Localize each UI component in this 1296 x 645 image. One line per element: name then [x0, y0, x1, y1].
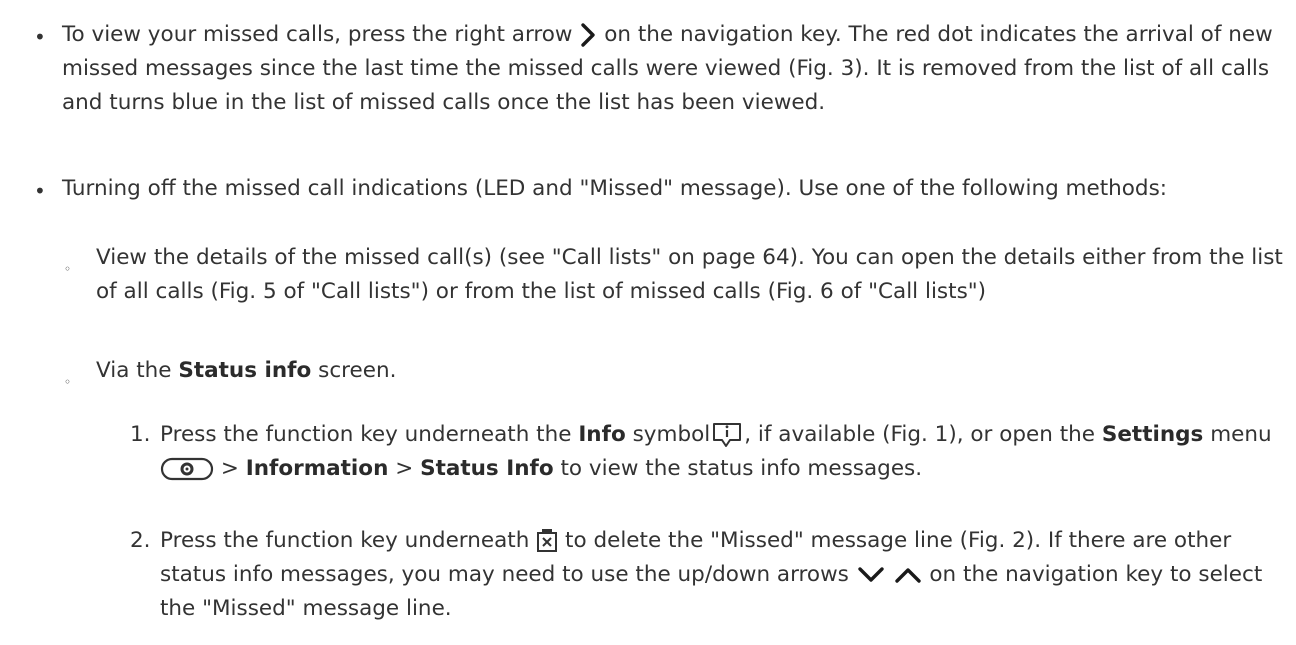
step-number: 1.: [130, 422, 151, 447]
step-text: Press the function key underneath the: [160, 422, 572, 447]
bullet-marker: •: [34, 179, 46, 203]
delete-icon: [536, 524, 558, 558]
down-arrow-icon: [856, 558, 886, 592]
step-text: , if available (Fig. 1), or open the: [744, 422, 1095, 447]
bullet-turn-off-indications: Turning off the missed call indications …: [62, 176, 1168, 201]
sub-bullet-marker: ◦: [64, 375, 72, 389]
step-text: menu: [1210, 422, 1272, 447]
sub-bullet-view-details: View the details of the missed call(s) (…: [96, 245, 1283, 304]
bullet-text-part1: To view your missed calls, press the rig…: [62, 22, 573, 47]
sub-bullet-prefix: Via the: [96, 358, 172, 383]
up-arrow-icon: [893, 558, 923, 592]
right-arrow-icon: [579, 18, 597, 52]
settings-label: Settings: [1101, 422, 1204, 447]
step-text: to view the status info messages.: [560, 456, 923, 481]
status-info-menu-label: Status Info: [420, 456, 554, 481]
sub-bullet-status-info: Via the Status info screen.: [96, 354, 1286, 388]
bullet-marker: •: [34, 25, 46, 49]
step-number: 2.: [130, 528, 151, 553]
status-info-label: Status info: [178, 358, 312, 383]
sub-bullet-suffix: screen.: [318, 358, 397, 383]
info-label: Info: [578, 422, 626, 447]
menu-separator: >: [220, 456, 239, 481]
menu-separator: >: [395, 456, 414, 481]
step-text: Press the function key underneath: [160, 528, 530, 553]
settings-icon: [160, 452, 214, 486]
bullet-missed-calls: To view your missed calls, press the rig…: [62, 18, 1287, 120]
step-text: symbol: [632, 422, 711, 447]
step-open-status-info: Press the function key underneath the In…: [160, 418, 1290, 486]
step-delete-missed-line: Press the function key underneath to del…: [160, 524, 1290, 626]
sub-bullet-marker: ◦: [64, 262, 72, 276]
info-icon: [710, 418, 744, 452]
information-label: Information: [245, 456, 389, 481]
document-page: • To view your missed calls, press the r…: [0, 0, 1296, 645]
